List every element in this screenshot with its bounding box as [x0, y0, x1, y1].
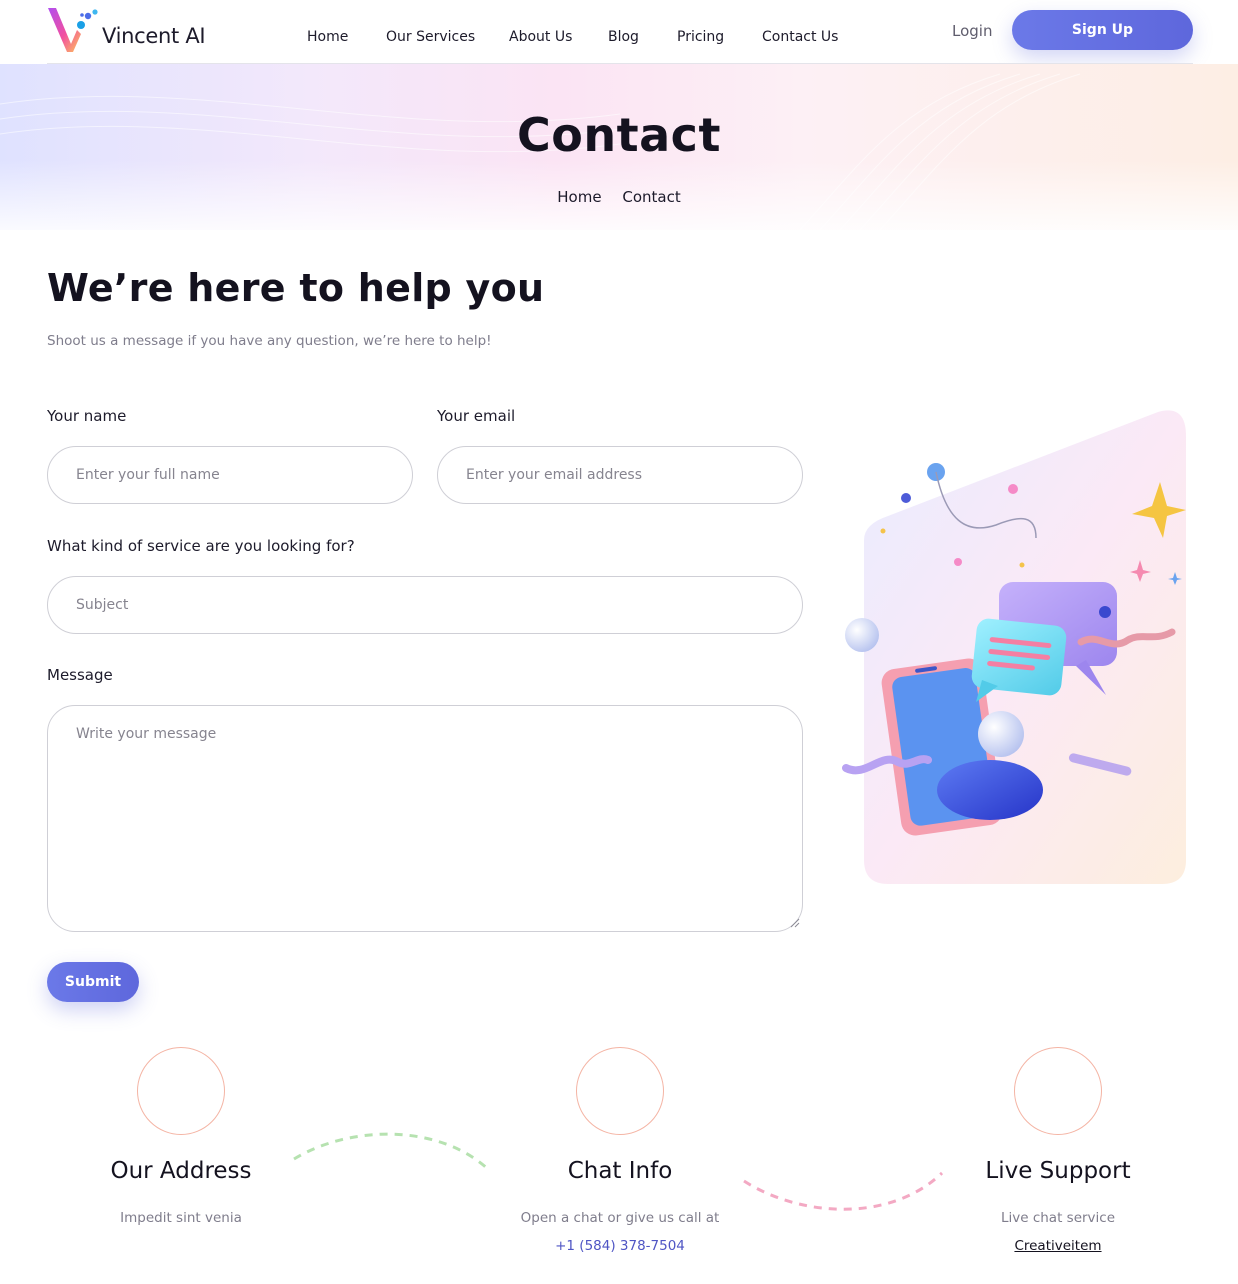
signup-button[interactable]: Sign Up: [1012, 10, 1193, 50]
subject-input[interactable]: [47, 576, 803, 634]
nav-about-us[interactable]: About Us: [509, 29, 572, 45]
message-textarea[interactable]: [47, 705, 803, 932]
info-text-chat: Open a chat or give us call at: [520, 1210, 720, 1226]
address-icon: [137, 1047, 225, 1135]
chat-icon: [576, 1047, 664, 1135]
submit-button[interactable]: Submit: [47, 962, 139, 1002]
support-link[interactable]: Creativeitem: [908, 1238, 1208, 1254]
phone-link[interactable]: +1 (584) 378-7504: [470, 1238, 770, 1254]
info-text-address: Impedit sint venia: [120, 1210, 242, 1226]
page-hero: Contact Home Contact: [0, 64, 1238, 230]
login-link[interactable]: Login: [952, 22, 992, 40]
section-heading: We’re here to help you: [47, 266, 545, 310]
full-name-input[interactable]: [47, 446, 413, 504]
breadcrumb-current: Contact: [622, 188, 681, 206]
page-title: Contact: [517, 108, 721, 162]
message-label: Message: [47, 666, 113, 684]
nav-contact-us[interactable]: Contact Us: [762, 29, 838, 45]
nav-pricing[interactable]: Pricing: [677, 29, 724, 45]
email-input[interactable]: [437, 446, 803, 504]
info-title-support: Live Support: [985, 1158, 1131, 1184]
resize-handle-icon[interactable]: [790, 918, 800, 928]
breadcrumb: Home Contact: [0, 188, 1238, 206]
support-icon: [1014, 1047, 1102, 1135]
info-text-support: Live chat service: [1000, 1210, 1116, 1226]
nav-home[interactable]: Home: [307, 29, 348, 45]
info-title-address: Our Address: [110, 1158, 252, 1184]
section-subheading: Shoot us a message if you have any quest…: [47, 333, 492, 349]
service-label: What kind of service are you looking for…: [47, 537, 355, 555]
info-title-chat: Chat Info: [567, 1158, 673, 1184]
name-label: Your name: [47, 407, 127, 425]
nav-our-services[interactable]: Our Services: [386, 29, 475, 45]
email-label: Your email: [437, 407, 516, 425]
nav-blog[interactable]: Blog: [608, 29, 639, 45]
contact-illustration: [842, 410, 1186, 884]
breadcrumb-home[interactable]: Home: [557, 188, 601, 206]
top-navbar: Vincent AI Home Our Services About Us Bl…: [0, 0, 1238, 64]
